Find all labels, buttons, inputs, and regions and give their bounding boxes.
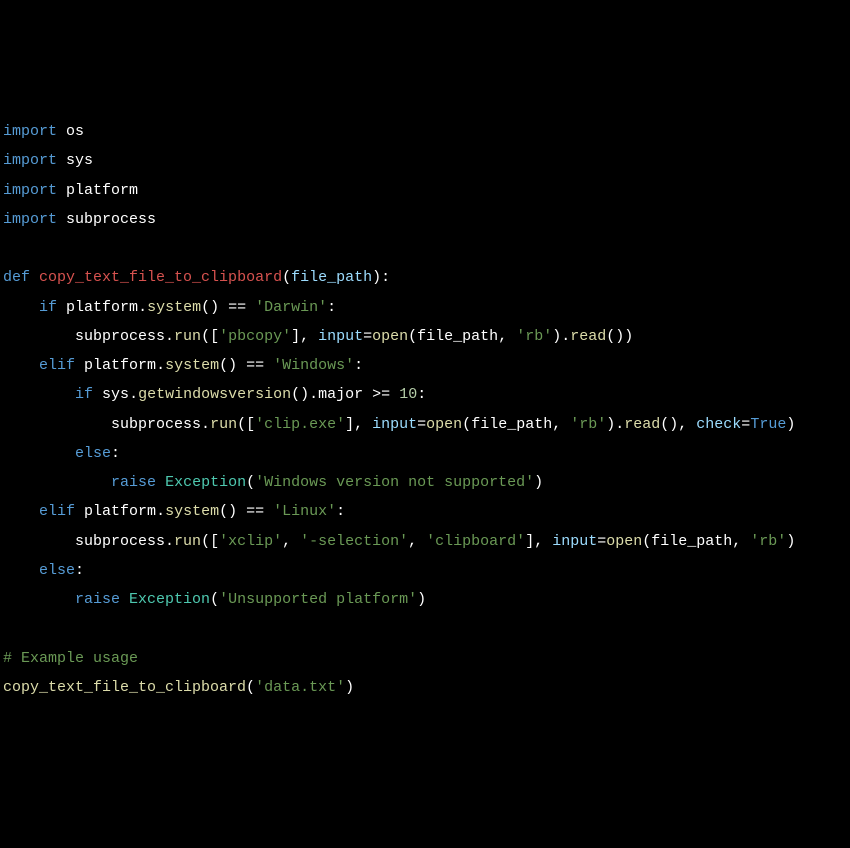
keyword-import: import [3,211,57,228]
module-name: subprocess [66,211,156,228]
code-line: subprocess.run(['pbcopy'], input=open(fi… [0,322,850,351]
operator: == [246,357,264,374]
string-literal: 'Windows' [273,357,354,374]
keyword-import: import [3,123,57,140]
module-name: os [66,123,84,140]
string-literal: 'data.txt' [255,679,345,696]
string-literal: 'rb' [516,328,552,345]
operator: == [246,503,264,520]
module-ref: subprocess [111,416,201,433]
code-line: subprocess.run(['xclip', '-selection', '… [0,527,850,556]
keyword-if: if [39,299,57,316]
keyword-raise: raise [111,474,156,491]
code-line: if sys.getwindowsversion().major >= 10: [0,380,850,409]
keyword-arg: input [552,533,597,550]
module-ref: subprocess [75,533,165,550]
code-line: subprocess.run(['clip.exe'], input=open(… [0,410,850,439]
module-name: sys [66,152,93,169]
code-editor[interactable]: import osimport sysimport platformimport… [0,117,850,702]
string-literal: 'clipboard' [426,533,525,550]
keyword-if: if [75,386,93,403]
code-line: else: [0,439,850,468]
constant: True [750,416,786,433]
keyword-elif: elif [39,357,75,374]
parameter: file_path [291,269,372,286]
string-literal: 'Windows version not supported' [255,474,534,491]
function-call: copy_text_file_to_clipboard [3,679,246,696]
string-literal: 'Darwin' [255,299,327,316]
keyword-arg: input [372,416,417,433]
module-ref: subprocess [75,328,165,345]
code-line: # Example usage [0,644,850,673]
string-literal: 'Linux' [273,503,336,520]
method-call: read [624,416,660,433]
method-call: system [147,299,201,316]
code-line: else: [0,556,850,585]
string-literal: 'xclip' [219,533,282,550]
keyword-raise: raise [75,591,120,608]
code-line: raise Exception('Windows version not sup… [0,468,850,497]
method-call: run [174,328,201,345]
operator: == [228,299,246,316]
method-call: system [165,357,219,374]
module-ref: platform [66,299,138,316]
module-ref: platform [84,357,156,374]
variable-ref: file_path [471,416,552,433]
keyword-def: def [3,269,30,286]
attribute: major [318,386,363,403]
code-line: def copy_text_file_to_clipboard(file_pat… [0,263,850,292]
string-literal: 'Unsupported platform' [219,591,417,608]
string-literal: 'rb' [570,416,606,433]
keyword-else: else [75,445,111,462]
code-line: import subprocess [0,205,850,234]
code-line: copy_text_file_to_clipboard('data.txt') [0,673,850,702]
comment: # Example usage [3,650,138,667]
keyword-import: import [3,152,57,169]
method-call: system [165,503,219,520]
variable-ref: file_path [651,533,732,550]
builtin-fn: open [606,533,642,550]
module-ref: platform [84,503,156,520]
class-name: Exception [129,591,210,608]
code-line [0,614,850,643]
code-line: import os [0,117,850,146]
method-call: run [210,416,237,433]
string-literal: 'clip.exe' [255,416,345,433]
operator: >= [372,386,390,403]
number-literal: 10 [399,386,417,403]
builtin-fn: open [426,416,462,433]
code-line: import sys [0,146,850,175]
code-line: import platform [0,176,850,205]
variable-ref: file_path [417,328,498,345]
keyword-arg: input [318,328,363,345]
function-name: copy_text_file_to_clipboard [39,269,282,286]
string-literal: 'rb' [750,533,786,550]
code-line: elif platform.system() == 'Linux': [0,497,850,526]
module-ref: sys [102,386,129,403]
builtin-fn: open [372,328,408,345]
keyword-else: else [39,562,75,579]
keyword-import: import [3,182,57,199]
string-literal: '-selection' [300,533,408,550]
keyword-elif: elif [39,503,75,520]
method-call: run [174,533,201,550]
code-line: elif platform.system() == 'Windows': [0,351,850,380]
code-line [0,234,850,263]
method-call: getwindowsversion [138,386,291,403]
code-line: if platform.system() == 'Darwin': [0,293,850,322]
keyword-arg: check [696,416,741,433]
string-literal: 'pbcopy' [219,328,291,345]
module-name: platform [66,182,138,199]
method-call: read [570,328,606,345]
class-name: Exception [165,474,246,491]
